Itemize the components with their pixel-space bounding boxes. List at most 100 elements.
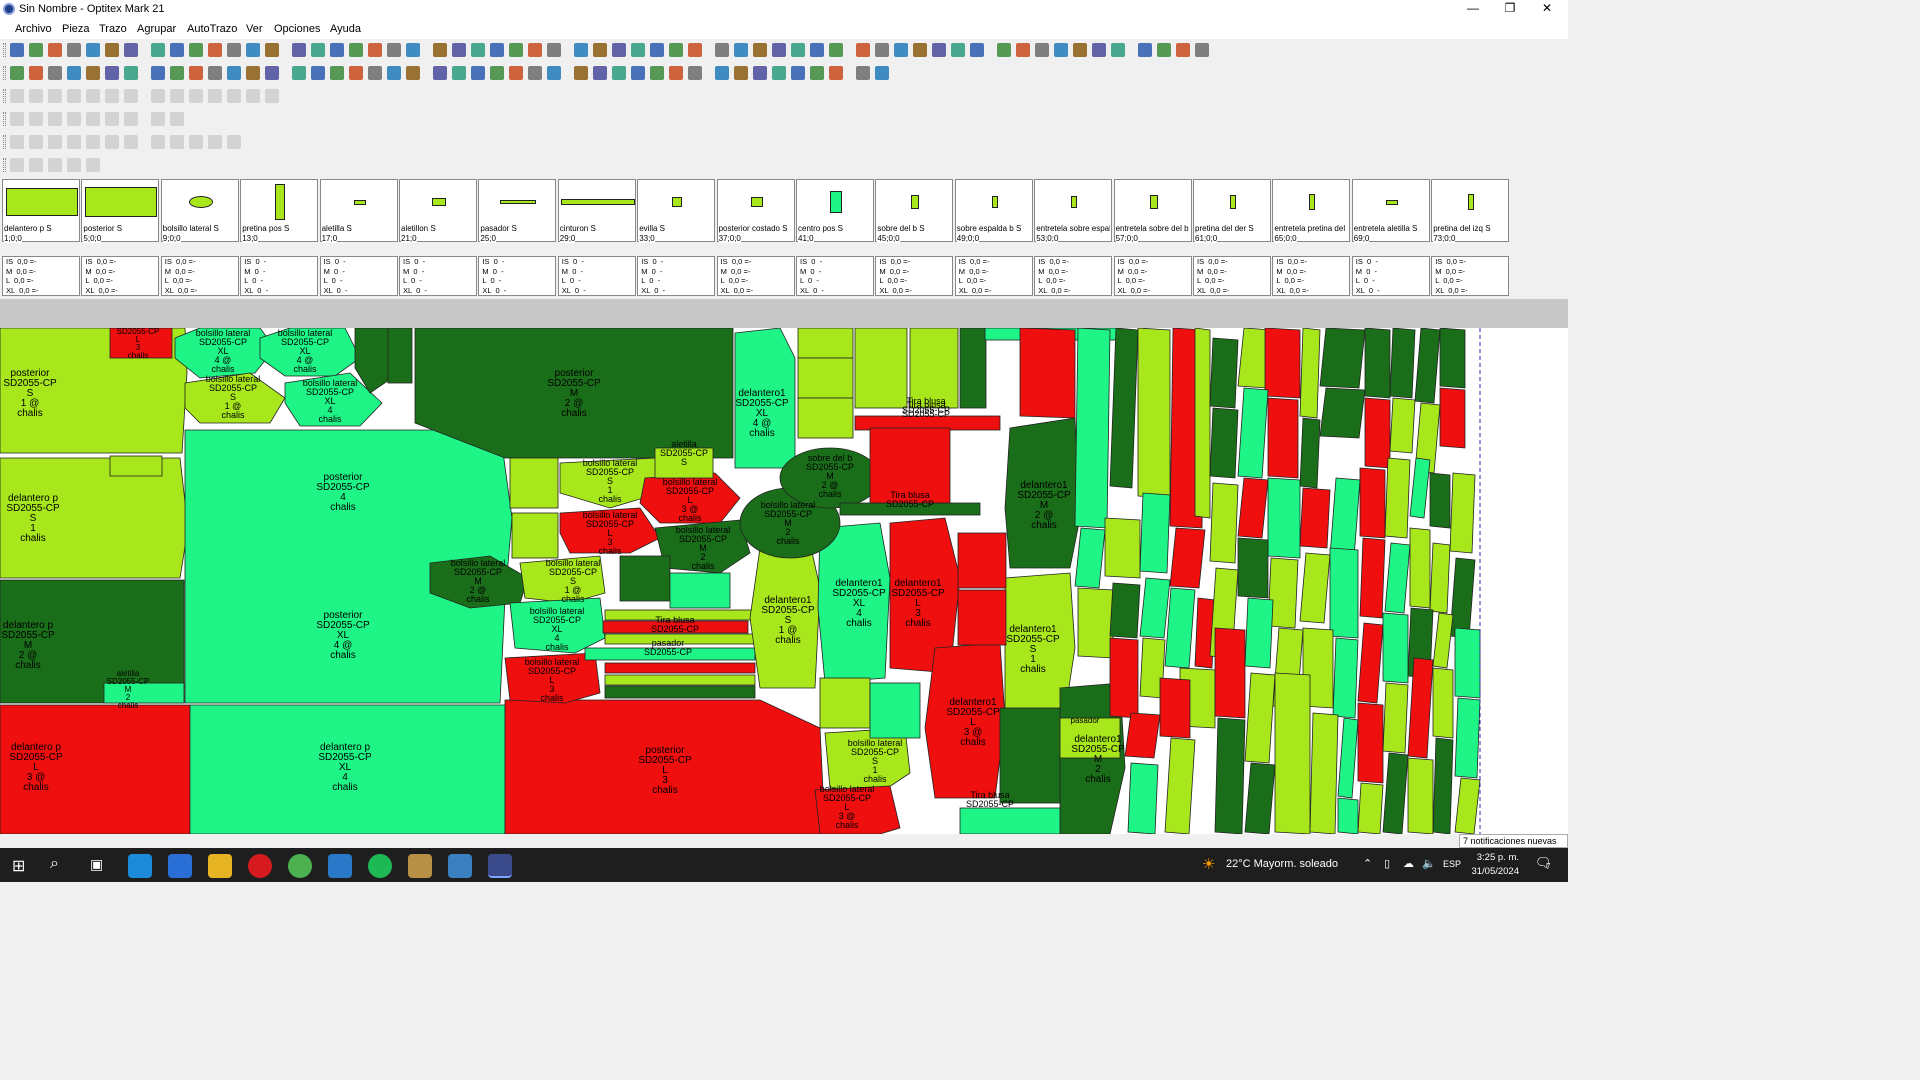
menu-ayuda[interactable]: Ayuda (330, 23, 361, 35)
toolbar-tool-icon[interactable] (124, 135, 138, 149)
small-piece[interactable] (1244, 597, 1274, 669)
small-piece[interactable] (1429, 542, 1451, 614)
toolbar-tool-icon[interactable] (265, 66, 279, 80)
search-icon[interactable]: ⌕ (50, 855, 59, 873)
toolbar-tool-icon[interactable] (151, 43, 165, 57)
piece-thumbnail[interactable]: posterior costado S 37;0;0 (716, 179, 795, 243)
toolbar-tool-icon[interactable] (349, 43, 363, 57)
small-piece[interactable] (1409, 457, 1431, 519)
toolbar-tool-icon[interactable] (1073, 43, 1087, 57)
piece-thumbnail[interactable]: posterior S 5;0;0 (81, 179, 160, 243)
small-piece[interactable] (1337, 797, 1359, 834)
sobre-piece[interactable] (387, 328, 413, 384)
toolbar-tool-icon[interactable] (471, 43, 485, 57)
toolbar-tool-icon[interactable] (997, 43, 1011, 57)
toolbar-tool-icon[interactable] (715, 43, 729, 57)
small-piece[interactable] (1329, 547, 1359, 639)
small-piece[interactable] (1389, 397, 1416, 454)
tray-device-icon[interactable]: ▯ (1384, 857, 1390, 870)
toolbar-tool-icon[interactable] (265, 89, 279, 103)
small-piece[interactable] (1244, 762, 1276, 834)
small-piece[interactable] (1432, 667, 1454, 739)
toolbar-tool-icon[interactable] (189, 66, 203, 80)
piece-thumbnail[interactable]: pretina del der S 61;0;0 (1193, 179, 1271, 243)
toolbar-tool-icon[interactable] (265, 43, 279, 57)
toolbar-tool-icon[interactable] (86, 66, 100, 80)
toolbar-tool-icon[interactable] (490, 43, 504, 57)
toolbar-tool-icon[interactable] (86, 135, 100, 149)
pieza-piece[interactable] (957, 532, 1007, 589)
toolbar-tool-icon[interactable] (612, 43, 626, 57)
small-piece[interactable] (1332, 637, 1359, 719)
small-piece[interactable] (1214, 717, 1246, 834)
menu-trazo[interactable]: Trazo (99, 23, 127, 35)
toolbar-tool-icon[interactable] (772, 66, 786, 80)
toolbar-tool-icon[interactable] (688, 43, 702, 57)
small-piece[interactable] (1364, 397, 1391, 469)
toolbar-tool-icon[interactable] (349, 66, 363, 80)
small-piece[interactable] (1209, 482, 1239, 564)
toolbar-tool-icon[interactable] (810, 66, 824, 80)
toolbar-tool-icon[interactable] (650, 66, 664, 80)
toolbar-tool-icon[interactable] (10, 112, 24, 126)
toolbar-tool-icon[interactable] (246, 89, 260, 103)
piece-thumbnail[interactable]: pasador S 25;0 (478, 179, 557, 243)
toolbar-tool-icon[interactable] (311, 66, 325, 80)
toolbar-grip[interactable] (3, 112, 6, 126)
toolbar-tool-icon[interactable] (574, 66, 588, 80)
toolbar-tool-icon[interactable] (67, 66, 81, 80)
toolbar-tool-icon[interactable] (1092, 43, 1106, 57)
small-piece[interactable] (1074, 328, 1111, 529)
volume-icon[interactable]: 🔈 (1422, 857, 1436, 870)
piece-thumbnail[interactable]: centro pos S 41;0 (796, 179, 874, 243)
toolbar-tool-icon[interactable] (292, 66, 306, 80)
small-piece[interactable] (1237, 387, 1269, 479)
tira-piece[interactable] (604, 662, 756, 674)
toolbar-tool-icon[interactable] (86, 89, 100, 103)
toolbar-tool-icon[interactable] (406, 66, 420, 80)
toolbar-tool-icon[interactable] (67, 112, 81, 126)
piece-size-table[interactable]: IS 0 - M 0 - L 0 - XL 0 - (399, 256, 477, 296)
toolbar-tool-icon[interactable] (1138, 43, 1152, 57)
toolbar-tool-icon[interactable] (67, 135, 81, 149)
small-piece[interactable] (1299, 487, 1331, 549)
toolbar-tool-icon[interactable] (593, 66, 607, 80)
toolbar-tool-icon[interactable] (151, 89, 165, 103)
piece-size-table[interactable]: IS 0 - M 0 - L 0 - XL 0 - (478, 256, 557, 296)
small-piece[interactable] (1244, 672, 1276, 764)
pieza-piece[interactable] (819, 677, 871, 729)
marker-layout[interactable]: posterior SD2055-CP S 1 @ chalisdelantero pS… (0, 328, 1568, 834)
toolbar-tool-icon[interactable] (67, 89, 81, 103)
toolbar-tool-icon[interactable] (105, 66, 119, 80)
toolbar-tool-icon[interactable] (189, 89, 203, 103)
small-piece[interactable] (1432, 612, 1454, 669)
small-piece[interactable] (1109, 328, 1139, 489)
aletilla-piece[interactable] (509, 457, 559, 509)
close-button[interactable]: ✕ (1530, 0, 1564, 19)
pieza-piece[interactable] (999, 707, 1061, 804)
windows-start-icon[interactable]: ⊞ (12, 856, 25, 876)
piece-thumbnail[interactable]: aletilla S 17;0 (319, 179, 398, 243)
toolbar-tool-icon[interactable] (208, 66, 222, 80)
toolbar-tool-icon[interactable] (894, 43, 908, 57)
toolbar-tool-icon[interactable] (227, 135, 241, 149)
small-piece[interactable] (1357, 622, 1384, 704)
toolbar-tool-icon[interactable] (433, 66, 447, 80)
small-piece[interactable] (1382, 612, 1409, 684)
menu-opciones[interactable]: Opciones (274, 23, 320, 35)
toolbar-tool-icon[interactable] (170, 66, 184, 80)
toolbar-tool-icon[interactable] (10, 158, 24, 172)
toolbar-tool-icon[interactable] (29, 135, 43, 149)
toolbar-tool-icon[interactable] (734, 43, 748, 57)
toolbar-tool-icon[interactable] (67, 158, 81, 172)
toolbar-tool-icon[interactable] (151, 135, 165, 149)
small-piece[interactable] (1309, 712, 1339, 834)
small-piece[interactable] (1209, 407, 1239, 479)
small-piece[interactable] (1439, 387, 1466, 449)
toolbar-tool-icon[interactable] (715, 66, 729, 80)
maximize-button[interactable]: ❐ (1493, 0, 1527, 19)
toolbar-tool-icon[interactable] (29, 89, 43, 103)
small-piece[interactable] (1209, 337, 1239, 409)
toolbar-tool-icon[interactable] (227, 89, 241, 103)
toolbar-tool-icon[interactable] (509, 43, 523, 57)
